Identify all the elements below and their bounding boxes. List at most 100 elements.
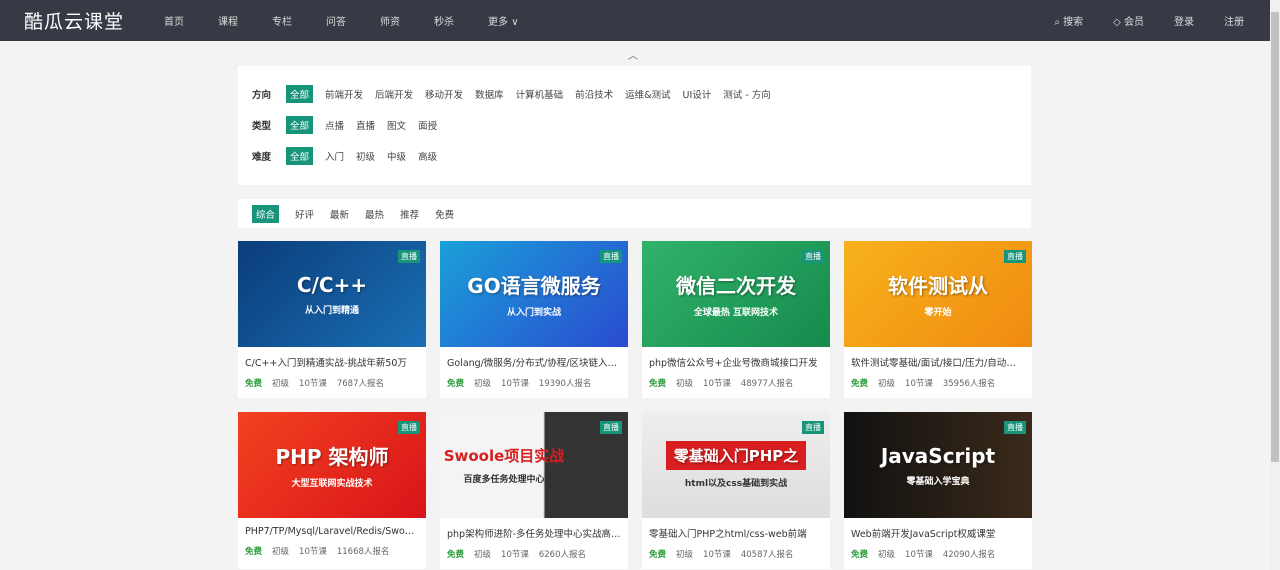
course-card[interactable]: 微信二次开发 全球最热 互联网技术 直播 php微信公众号+企业号微商城接口开发 免费初… [642, 241, 830, 398]
course-cover[interactable]: Swoole项目实战 百度多任务处理中心 直播 [440, 412, 628, 518]
live-badge: 直播 [802, 421, 824, 434]
lessons: 10节课 [501, 379, 529, 389]
filter-option[interactable]: 前沿技术 [575, 87, 613, 101]
course-meta: 免费 初级 10节课 35956人报名 [844, 369, 1032, 397]
filter-option[interactable]: 中级 [387, 149, 406, 163]
filter-option[interactable]: 移动开发 [425, 87, 463, 101]
course-cover[interactable]: JavaScript 零基础入学宝典 直播 [844, 412, 1032, 518]
filter-row: 难度 全部 入门 初级 中级 高级 [252, 146, 1017, 165]
nav-right-item[interactable]: 注册 [1224, 13, 1244, 28]
cover-subtitle: 全球最热 互联网技术 [693, 308, 779, 318]
nav-item[interactable]: 秒杀 [434, 13, 454, 28]
price: 免费 [649, 379, 667, 389]
enrolled-count: 48977人报名 [740, 379, 794, 389]
logo[interactable]: 酷瓜云课堂 [24, 7, 124, 34]
lessons: 10节课 [905, 550, 933, 560]
filter-option[interactable]: 点播 [325, 118, 344, 132]
sort-option[interactable]: 推荐 [400, 207, 419, 221]
sort-option[interactable]: 好评 [295, 207, 314, 221]
filter-option[interactable]: 图文 [387, 118, 406, 132]
course-title[interactable]: Web前端开发JavaScript权威课堂 [844, 518, 1032, 540]
nav-item[interactable]: 问答 [326, 13, 346, 28]
course-title[interactable]: 零基础入门PHP之html/css-web前端 [642, 518, 830, 540]
live-badge: 直播 [1004, 421, 1026, 434]
course-cover[interactable]: 微信二次开发 全球最热 互联网技术 直播 [642, 241, 830, 347]
course-cover[interactable]: C/C++ 从入门到精通 直播 [238, 241, 426, 347]
scrollbar-thumb[interactable] [1271, 12, 1279, 462]
enrolled-count: 7687人报名 [336, 379, 384, 389]
course-title[interactable]: PHP7/TP/Mysql/Laravel/Redis/Swoole [238, 518, 426, 537]
level: 初级 [272, 547, 290, 557]
filter-row: 类型 全部 点播 直播 图文 面授 [252, 115, 1017, 134]
filter-option[interactable]: 高级 [418, 149, 437, 163]
course-title[interactable]: C/C++入门到精通实战-挑战年薪50万 [238, 347, 426, 369]
sort-bar: 综合 好评 最新 最热 推荐 免费 [238, 199, 1031, 228]
nav-item[interactable]: 更多 ∨ [488, 13, 519, 28]
level: 初级 [676, 550, 694, 560]
filter-option[interactable]: 测试 - 方向 [723, 87, 770, 101]
cover-subtitle: 零开始 [924, 308, 952, 318]
course-meta: 免费 初级 10节课 11668人报名 [238, 537, 426, 565]
sort-option[interactable]: 最新 [330, 207, 349, 221]
filter-option[interactable]: 初级 [356, 149, 375, 163]
course-cover[interactable]: 软件测试从 零开始 直播 [844, 241, 1032, 347]
filter-option[interactable]: 面授 [418, 118, 437, 132]
filter-label: 类型 [252, 120, 272, 132]
filter-option[interactable]: 后端开发 [375, 87, 413, 101]
course-title[interactable]: php架构师进阶-多任务处理中心实战高并发 [440, 518, 628, 540]
filter-option[interactable]: 前端开发 [325, 87, 363, 101]
course-card[interactable]: JavaScript 零基础入学宝典 直播 Web前端开发JavaScript权威课堂… [844, 412, 1032, 569]
cover-title: GO语言微服务 [467, 274, 601, 298]
nav-right-item[interactable]: 登录 [1174, 13, 1194, 28]
sort-option[interactable]: 综合 [252, 204, 280, 223]
lessons: 10节课 [501, 550, 529, 560]
nav-right-item[interactable]: ◇ 会员 [1113, 13, 1144, 28]
price: 免费 [851, 550, 869, 560]
filter-option[interactable]: 全部 [286, 146, 314, 165]
lessons: 10节课 [299, 547, 327, 557]
filter-label: 难度 [252, 151, 272, 163]
cover-subtitle: 零基础入学宝典 [906, 476, 970, 487]
course-card[interactable]: 软件测试从 零开始 直播 软件测试零基础/面试/接口/压力/自动化测试 免费 初级 10节课… [844, 241, 1032, 398]
course-card[interactable]: 零基础入门PHP之 html以及css基础到实战 直播 零基础入门PHP之html/c… [642, 412, 830, 569]
filter-option[interactable]: 入门 [325, 149, 344, 163]
live-badge: 直播 [600, 250, 622, 263]
course-meta: 免费 初级 10节课 7687人报名 [238, 369, 426, 397]
course-card[interactable]: Swoole项目实战 百度多任务处理中心 直播 php架构师进阶-多任务处理中心实战高… [440, 412, 628, 569]
nav-right-item[interactable]: ⌕ 搜索 [1054, 13, 1083, 28]
collapse-chevron-icon[interactable]: ︿ [628, 47, 638, 62]
filter-option[interactable]: 运维&测试 [625, 87, 670, 101]
course-card[interactable]: PHP 架构师 大型互联网实战技术 直播 PHP7/TP/Mysql/Laravel/… [238, 412, 426, 569]
price: 免费 [851, 379, 869, 389]
sort-option[interactable]: 最热 [365, 207, 384, 221]
filter-option[interactable]: 全部 [286, 115, 314, 134]
course-title[interactable]: php微信公众号+企业号微商城接口开发 [642, 347, 830, 369]
course-card[interactable]: C/C++ 从入门到精通 直播 C/C++入门到精通实战-挑战年薪50万 免费 初级 10节… [238, 241, 426, 398]
level: 初级 [474, 550, 492, 560]
cover-subtitle: html以及css基础到实战 [684, 479, 788, 489]
lessons: 10节课 [299, 379, 327, 389]
filter-option[interactable]: 全部 [286, 84, 314, 103]
course-cover[interactable]: GO语言微服务 从入门到实战 直播 [440, 241, 628, 347]
nav-item[interactable]: 首页 [164, 13, 184, 28]
filter-option[interactable]: UI设计 [683, 87, 712, 101]
course-title[interactable]: Golang/微服务/分布式/协程/区块链入门到实战 [440, 347, 628, 369]
sort-option[interactable]: 免费 [435, 207, 454, 221]
nav-item[interactable]: 专栏 [272, 13, 292, 28]
filter-option[interactable]: 直播 [356, 118, 375, 132]
course-cover[interactable]: PHP 架构师 大型互联网实战技术 直播 [238, 412, 426, 518]
filter-option[interactable]: 数据库 [475, 87, 504, 101]
course-title[interactable]: 软件测试零基础/面试/接口/压力/自动化测试 [844, 347, 1032, 369]
course-card[interactable]: GO语言微服务 从入门到实战 直播 Golang/微服务/分布式/协程/区块链入门到实… [440, 241, 628, 398]
filter-row: 方向 全部 前端开发 后端开发 移动开发 数据库 计算机基础 前沿技术 运维&测试 UI设计 测试 … [252, 84, 1017, 103]
course-meta: 免费 初级 10节课 42090人报名 [844, 540, 1032, 568]
nav-item[interactable]: 课程 [218, 13, 238, 28]
course-cover[interactable]: 零基础入门PHP之 html以及css基础到实战 直播 [642, 412, 830, 518]
live-badge: 直播 [600, 421, 622, 434]
filter-option[interactable]: 计算机基础 [516, 87, 564, 101]
cover-title: Swoole项目实战 [443, 447, 565, 465]
course-grid: C/C++ 从入门到精通 直播 C/C++入门到精通实战-挑战年薪50万 免费 初级 10节… [238, 241, 1032, 569]
scrollbar[interactable] [1270, 0, 1280, 570]
price: 免费 [649, 550, 667, 560]
nav-item[interactable]: 师资 [380, 13, 400, 28]
